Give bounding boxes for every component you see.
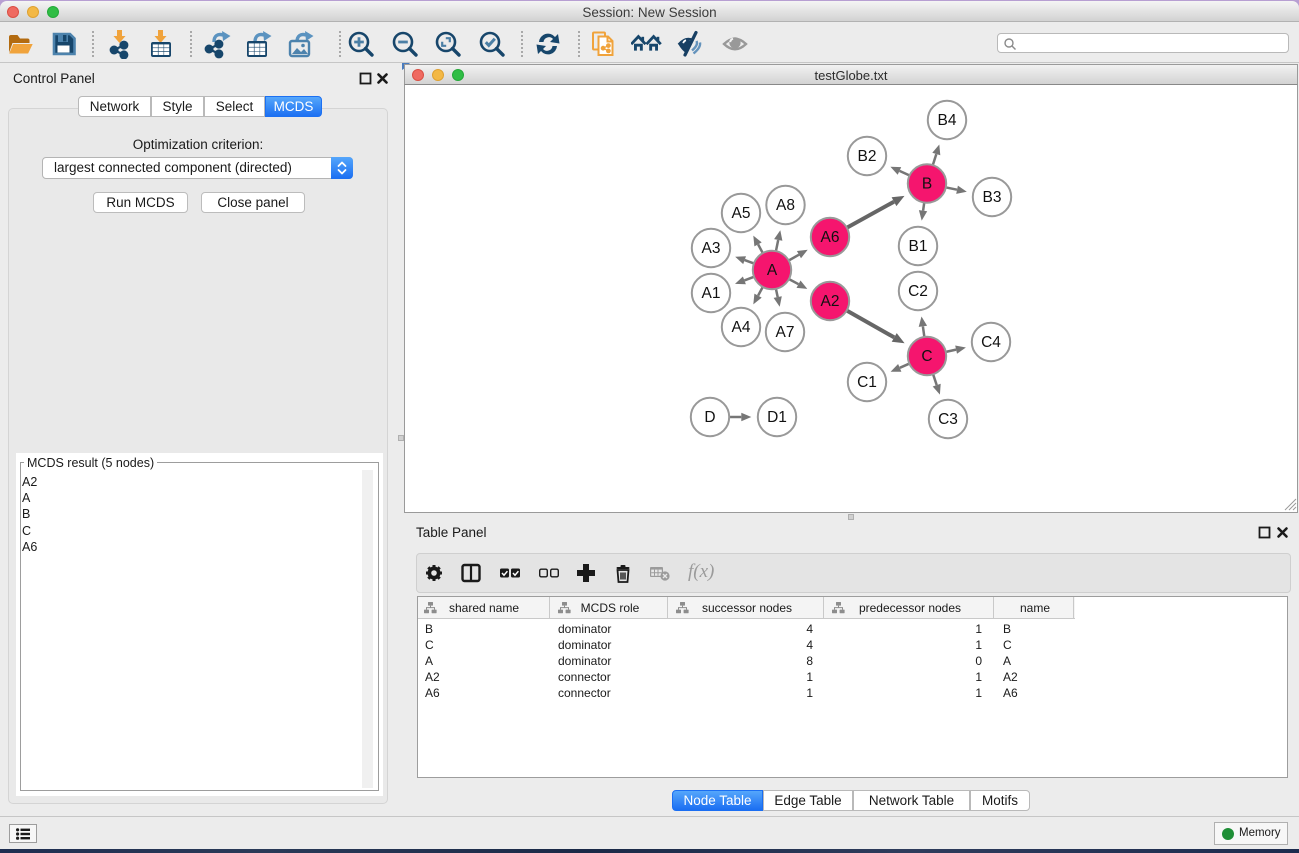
svg-text:C4: C4: [981, 334, 1001, 351]
svg-text:B3: B3: [983, 189, 1002, 206]
svg-text:B: B: [922, 176, 932, 193]
svg-text:A: A: [767, 262, 778, 279]
svg-text:f(x): f(x): [688, 561, 714, 582]
svg-text:B1: B1: [909, 238, 928, 255]
svg-text:C3: C3: [938, 411, 958, 428]
svg-text:A3: A3: [702, 240, 721, 257]
svg-text:A2: A2: [821, 293, 840, 310]
svg-text:A8: A8: [776, 197, 795, 214]
svg-text:B2: B2: [858, 148, 877, 165]
svg-text:D1: D1: [767, 409, 787, 426]
svg-text:D: D: [704, 409, 715, 426]
svg-text:A1: A1: [702, 285, 721, 302]
svg-text:C1: C1: [857, 374, 877, 391]
svg-text:B4: B4: [938, 112, 957, 129]
svg-text:C2: C2: [908, 283, 928, 300]
svg-text:A5: A5: [732, 205, 751, 222]
svg-text:A7: A7: [776, 324, 795, 341]
svg-text:A6: A6: [821, 229, 840, 246]
svg-text:A4: A4: [732, 319, 751, 336]
svg-text:C: C: [921, 348, 932, 365]
